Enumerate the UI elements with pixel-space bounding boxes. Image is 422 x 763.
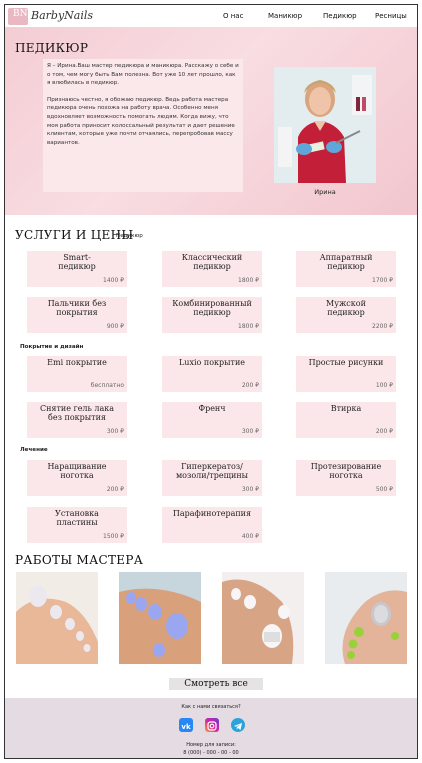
service-card[interactable]: Гиперкератоз/ мозоли/трещины 300 ₽	[162, 460, 262, 496]
service-card[interactable]: Парафинотерапия 400 ₽	[162, 507, 262, 543]
service-name: Гиперкератоз/ мозоли/трещины	[175, 462, 249, 480]
service-card[interactable]: Аппаратный педикюр 1700 ₽	[296, 251, 396, 287]
service-card[interactable]: Протезирование ноготка 500 ₽	[296, 460, 396, 496]
service-name: Классический педикюр	[181, 253, 243, 271]
service-card[interactable]: Простые рисунки 100 ₽	[296, 356, 396, 392]
service-card[interactable]: Комбинированный педикюр 1800 ₽	[162, 297, 262, 333]
hero-section: ПЕДИКЮР Я – Ирина.Ваш мастер педикюра и …	[5, 27, 417, 215]
telegram-icon[interactable]	[231, 718, 245, 732]
about-paragraph-1: Я – Ирина.Ваш мастер педикюра и маникюра…	[47, 63, 239, 87]
master-name: Ирина	[314, 188, 336, 196]
service-price: 300 ₽	[106, 428, 124, 435]
service-card[interactable]: Luxio покрытие 200 ₽	[162, 356, 262, 392]
master-portrait-image	[274, 67, 376, 183]
service-price: 1400 ₽	[103, 277, 124, 284]
service-card[interactable]: Наращивание ноготка 200 ₽	[27, 460, 127, 496]
logo-text[interactable]: BarbyNails	[31, 9, 93, 22]
about-text-box: Я – Ирина.Ваш мастер педикюра и маникюра…	[43, 59, 243, 192]
top-nav: BN BarbyNails О нас Маникюр Педикюр Ресн…	[5, 5, 417, 27]
service-name: Комбинированный педикюр	[172, 299, 252, 317]
service-price: 1800 ₽	[238, 277, 259, 284]
service-price: 1800 ₽	[238, 323, 259, 330]
phone-label: Номер для записи:	[186, 742, 236, 748]
service-name: Пальчики без покрытия	[47, 299, 107, 317]
service-name: Luxio покрытие	[178, 358, 246, 367]
service-price: 300 ₽	[241, 486, 259, 493]
service-name: Аппаратный педикюр	[319, 253, 373, 271]
service-card[interactable]: Втирка 200 ₽	[296, 402, 396, 438]
service-name: Emi покрытие	[47, 358, 107, 367]
treatment-subtitle: Лечение	[20, 447, 48, 453]
work-photo[interactable]	[222, 572, 304, 664]
service-price: 1700 ₽	[372, 277, 393, 284]
nav-link-lashes[interactable]: Ресницы	[375, 12, 407, 20]
service-price: 400 ₽	[241, 533, 259, 540]
work-photo-image	[222, 572, 304, 664]
service-card[interactable]: Классический педикюр 1800 ₽	[162, 251, 262, 287]
services-subtitle: Педикюр	[116, 233, 143, 239]
work-photo-image	[325, 572, 407, 664]
service-name: Наращивание ноготка	[47, 462, 107, 480]
service-price: 200 ₽	[375, 428, 393, 435]
service-name: Установка пластины	[55, 509, 99, 527]
service-price: 200 ₽	[241, 382, 259, 389]
service-card[interactable]: Пальчики без покрытия 900 ₽	[27, 297, 127, 333]
contact-question: Как с нами связаться?	[181, 704, 241, 710]
service-price: 900 ₽	[106, 323, 124, 330]
service-price: 100 ₽	[375, 382, 393, 389]
service-card[interactable]: Френч 300 ₽	[162, 402, 262, 438]
about-paragraph-2: Признаюсь честно, я обожаю педикюр. Ведь…	[47, 96, 235, 146]
service-price: 1500 ₽	[103, 533, 124, 540]
service-card[interactable]: Emi покрытие бесплатно	[27, 356, 127, 392]
works-title: РАБОТЫ МАСТЕРА	[15, 553, 144, 567]
service-price: 200 ₽	[106, 486, 124, 493]
instagram-icon[interactable]	[205, 718, 219, 732]
nav-link-pedicure[interactable]: Педикюр	[323, 12, 357, 20]
work-photo[interactable]	[16, 572, 98, 664]
service-name: Втирка	[330, 404, 362, 413]
see-all-button[interactable]: Смотреть все	[169, 678, 263, 690]
logo-badge-text: BN	[13, 9, 28, 19]
service-name: Smart- педикюр	[58, 253, 96, 271]
page-frame: BN BarbyNails О нас Маникюр Педикюр Ресн…	[4, 4, 418, 759]
service-name: Парафинотерапия	[172, 509, 252, 518]
service-name: Протезирование ноготка	[310, 462, 382, 480]
service-price: бесплатно	[90, 382, 124, 389]
service-name: Мужской педикюр	[326, 299, 366, 317]
work-photo-image	[16, 572, 98, 664]
logo-badge[interactable]: BN	[8, 8, 28, 25]
service-price: 2200 ₽	[372, 323, 393, 330]
work-photo[interactable]	[119, 572, 201, 664]
work-photo[interactable]	[325, 572, 407, 664]
vk-icon[interactable]: vk	[179, 718, 193, 732]
svg-text:vk: vk	[181, 723, 191, 731]
service-price: 500 ₽	[375, 486, 393, 493]
coating-subtitle: Покрытие и дизайн	[20, 344, 84, 350]
service-name: Снятие гель лака без покрытия	[39, 404, 115, 422]
nav-link-about[interactable]: О нас	[223, 12, 243, 20]
service-name: Френч	[198, 404, 226, 413]
page-title: ПЕДИКЮР	[15, 41, 89, 55]
service-name: Простые рисунки	[308, 358, 384, 367]
nav-link-manicure[interactable]: Маникюр	[268, 12, 302, 20]
footer: Как с нами связаться? vk Номер для запис…	[5, 698, 417, 758]
phone-number[interactable]: 8 (000) - 000 - 00 - 00	[5, 750, 417, 756]
service-card[interactable]: Мужской педикюр 2200 ₽	[296, 297, 396, 333]
service-card[interactable]: Установка пластины 1500 ₽	[27, 507, 127, 543]
service-card[interactable]: Smart- педикюр 1400 ₽	[27, 251, 127, 287]
service-card[interactable]: Снятие гель лака без покрытия 300 ₽	[27, 402, 127, 438]
master-photo	[274, 67, 376, 183]
service-price: 300 ₽	[241, 428, 259, 435]
work-photo-image	[119, 572, 201, 664]
